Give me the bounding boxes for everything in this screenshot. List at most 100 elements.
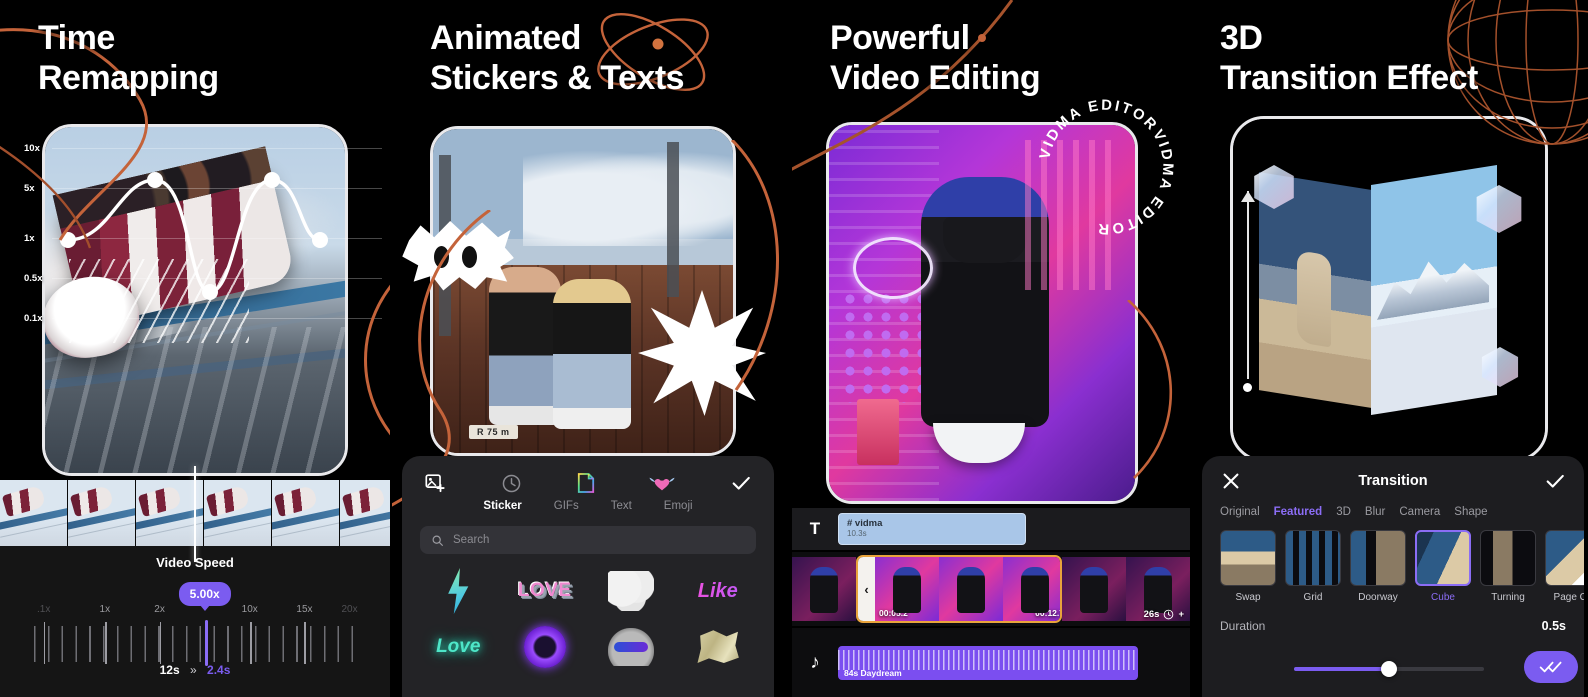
category-3d[interactable]: 3D: [1336, 506, 1351, 518]
text-clip-name: # vidma: [847, 518, 883, 529]
speed-slider-handle[interactable]: [204, 620, 208, 666]
transition-label: Turning: [1491, 592, 1525, 603]
category-camera[interactable]: Camera: [1399, 506, 1440, 518]
page-title: Powerful Video Editing: [830, 18, 1041, 98]
transition-grid: Swap Grid Doorway Cube Turning Page C: [1202, 518, 1584, 603]
playhead[interactable]: [194, 466, 196, 562]
transition-label: Page Cu: [1553, 592, 1584, 603]
slider-knob[interactable]: [1381, 661, 1397, 677]
tab-text[interactable]: Text: [611, 500, 632, 512]
transition-sheet-header: Transition: [1202, 456, 1584, 492]
transition-item-turning[interactable]: Turning: [1480, 530, 1536, 603]
sticker-item-lightning[interactable]: [416, 564, 501, 618]
headline-line-1: Powerful: [830, 19, 970, 57]
watermark-text-b: VIDMA EDITOR: [1096, 127, 1173, 236]
ruler-label-1x: 1x: [99, 604, 111, 615]
transition-item-grid[interactable]: Grid: [1285, 530, 1341, 603]
text-track: T # vidma 10.3s: [792, 508, 1190, 550]
timeline-frame[interactable]: [1062, 557, 1126, 621]
sticker-item-money[interactable]: [676, 620, 761, 674]
transition-thumb: [1480, 530, 1536, 586]
sticker-tabs: Sticker GIFs Text Emoji: [402, 500, 774, 512]
duration-slider[interactable]: [1294, 661, 1484, 677]
person-right: [553, 279, 631, 429]
video-timeline[interactable]: ‹ 00:05.2 00:12.7 › 26s +: [792, 552, 1190, 626]
keyframe-point: [202, 284, 218, 300]
add-clip-button[interactable]: +: [1178, 609, 1184, 620]
filmstrip-frame[interactable]: [340, 480, 390, 546]
audio-clip-name: 84s Daydream: [844, 667, 902, 678]
clip-end-time: 00:12.7: [1035, 608, 1062, 618]
headline-line-2: Stickers & Texts: [430, 59, 685, 98]
transition-item-swap[interactable]: Swap: [1220, 530, 1276, 603]
search-input[interactable]: Search: [420, 526, 756, 554]
sticker-item-cat-glasses[interactable]: [589, 620, 674, 674]
timeline-frame[interactable]: 00:12.7: [1003, 557, 1062, 621]
svg-text:VIDMA EDITOR: VIDMA EDITOR: [1037, 98, 1160, 161]
add-image-icon[interactable]: [424, 472, 446, 494]
arrow-dot: [1243, 383, 1252, 392]
timeline-frame[interactable]: [792, 557, 856, 621]
timeline-frame[interactable]: 00:05.2: [875, 557, 939, 621]
sky-clouds: [523, 148, 733, 246]
duration-in: 12s: [159, 663, 180, 677]
trim-handle-left[interactable]: ‹: [858, 557, 875, 621]
tab-gifs[interactable]: GIFs: [554, 500, 579, 512]
page-title: 3D Transition Effect: [1220, 18, 1478, 98]
transition-thumb: [1285, 530, 1341, 586]
sticker-item-love3d[interactable]: LOVE: [503, 564, 588, 618]
filmstrip-frame[interactable]: [68, 480, 136, 546]
sticker-item-like[interactable]: Like: [676, 564, 761, 618]
filmstrip-frame[interactable]: [0, 480, 68, 546]
3d-cube-scene: [1233, 119, 1545, 459]
bowl: [933, 423, 1025, 463]
speed-duration-readout: 12s » 2.4s: [0, 663, 390, 677]
double-check-icon: [1539, 661, 1562, 673]
transition-item-doorway[interactable]: Doorway: [1350, 530, 1406, 603]
headline-line-1: 3D: [1220, 19, 1263, 57]
close-icon[interactable]: [1220, 470, 1242, 492]
duration-out: 2.4s: [207, 663, 231, 677]
feature-showcase-board: Time Remapping 10x 5x 1x 0.5x 0.1x Video…: [0, 0, 1588, 697]
selected-clip[interactable]: ‹ 00:05.2 00:12.7 ›: [856, 555, 1062, 623]
transition-item-cube[interactable]: Cube: [1415, 530, 1471, 603]
chain-necklace: [853, 237, 933, 299]
audio-clip[interactable]: 84s Daydream: [838, 645, 1138, 680]
text-track-icon[interactable]: T: [792, 519, 838, 539]
check-icon[interactable]: [1544, 470, 1566, 492]
text-clip[interactable]: # vidma 10.3s: [838, 513, 1026, 545]
speed-curve-graph[interactable]: 10x 5x 1x 0.5x 0.1x: [0, 140, 390, 336]
sticker-item-purple-circle[interactable]: [503, 620, 588, 674]
tab-emoji[interactable]: Emoji: [664, 500, 693, 512]
confirm-check-icon[interactable]: [730, 472, 752, 494]
sticker-item-cloud-face[interactable]: [589, 564, 674, 618]
heart-wings-icon[interactable]: [649, 473, 675, 493]
headline-line-2: Transition Effect: [1220, 59, 1478, 98]
up-arrow-icon: [1241, 191, 1255, 379]
speed-ruler-labels: .1x 1x 2x 10x 15x 20x: [34, 604, 358, 618]
transition-thumb: [1350, 530, 1406, 586]
category-featured[interactable]: Featured: [1274, 506, 1323, 518]
filmstrip-frame[interactable]: [272, 480, 340, 546]
tab-sticker[interactable]: Sticker: [483, 500, 521, 512]
clock-icon[interactable]: [1163, 609, 1174, 620]
music-note-icon[interactable]: ♪: [792, 652, 838, 674]
transition-item-pagecurl[interactable]: Page Cu: [1545, 530, 1584, 603]
category-blur[interactable]: Blur: [1365, 506, 1385, 518]
headline-line-2: Remapping: [38, 59, 219, 98]
clip-start-time: 00:05.2: [879, 608, 908, 618]
speed-ruler[interactable]: .1x 1x 2x 10x 15x 20x 5.00x: [34, 582, 358, 666]
speed-ruler-ticks: [34, 622, 356, 664]
category-shape[interactable]: Shape: [1454, 506, 1487, 518]
category-original[interactable]: Original: [1220, 506, 1260, 518]
gif-icon[interactable]: [577, 472, 595, 494]
clock-icon[interactable]: [501, 473, 522, 494]
duration-label: Duration: [1220, 619, 1266, 633]
timeline-frame[interactable]: [939, 557, 1003, 621]
apply-all-button[interactable]: [1524, 651, 1578, 683]
couple-subjects: [485, 249, 660, 429]
page-title: Time Remapping: [38, 18, 219, 98]
sticker-item-love-neon[interactable]: Love: [416, 620, 501, 674]
filmstrip-frame[interactable]: [204, 480, 272, 546]
sign-label: R 75 m: [469, 425, 518, 439]
